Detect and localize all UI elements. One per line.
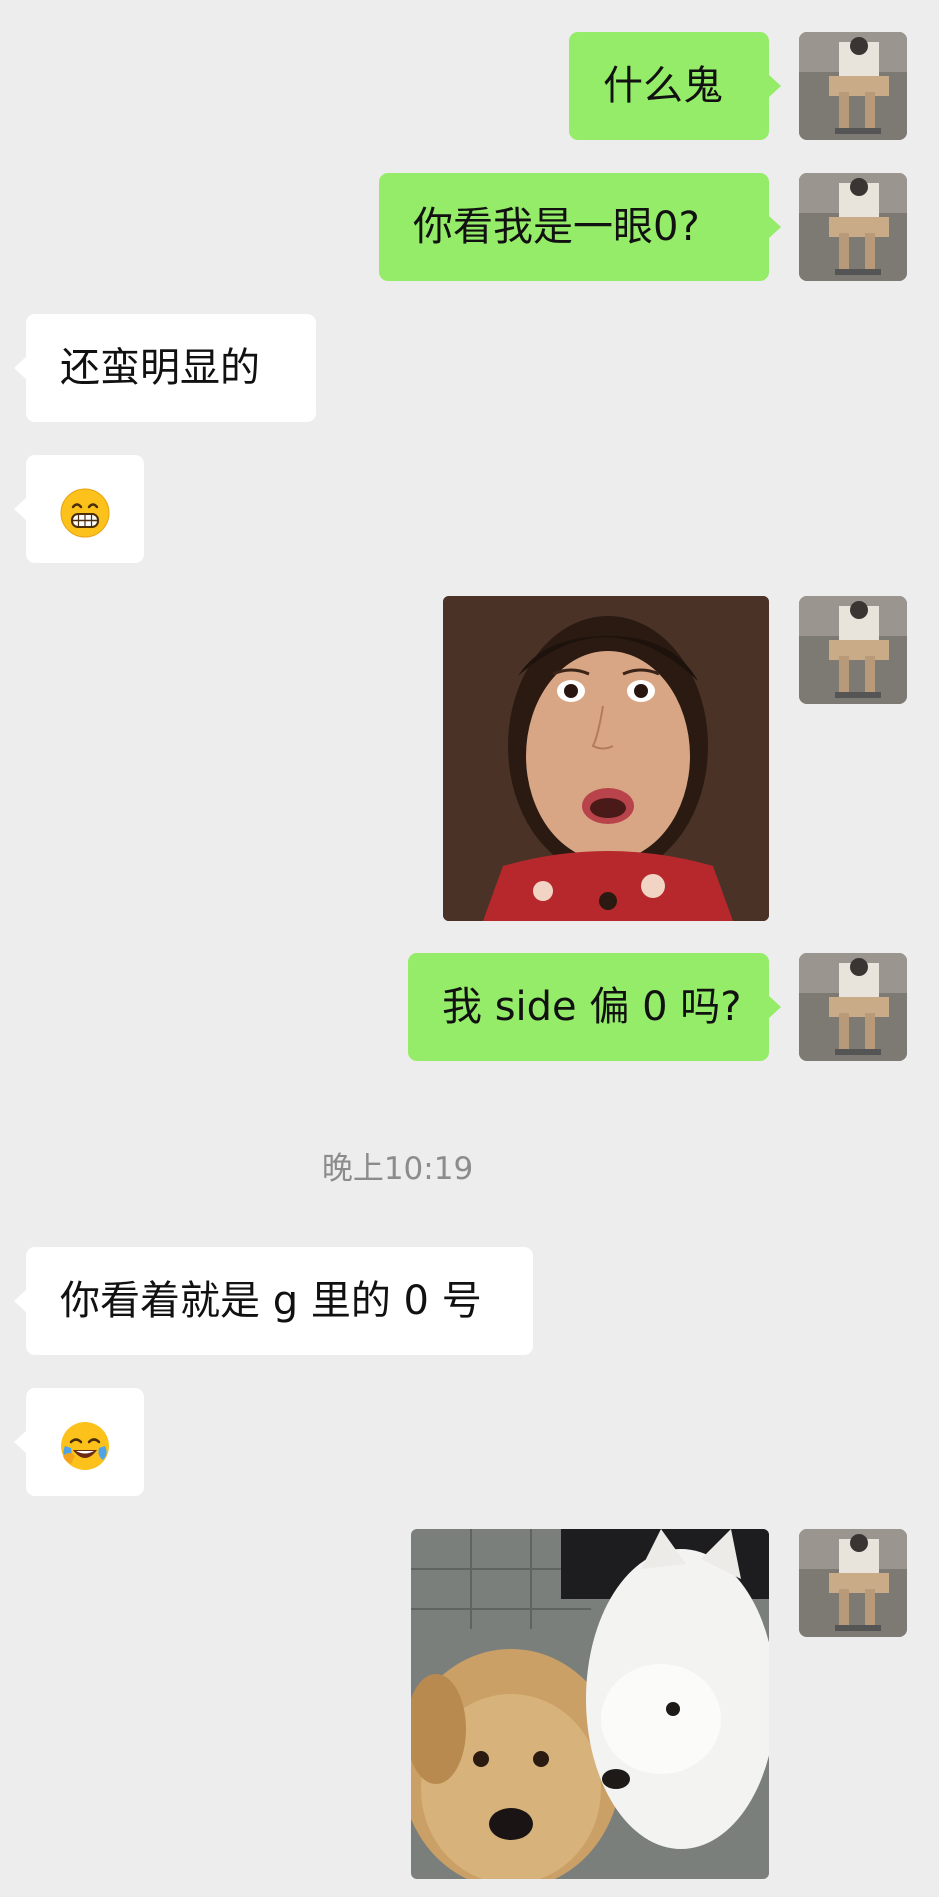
self-avatar[interactable]	[799, 32, 907, 140]
message-text: 你看着就是 g 里的 0 号	[60, 1278, 482, 1324]
incoming-emoji-bubble[interactable]	[14, 1388, 144, 1496]
message-text: 我 side 偏 0 吗?	[442, 984, 742, 1030]
message-text: 你看我是一眼0?	[413, 204, 700, 250]
avatar-photo-icon	[799, 596, 907, 704]
self-avatar[interactable]	[799, 596, 907, 704]
grinning-face-with-teeth-icon	[60, 488, 110, 538]
outgoing-message-bubble[interactable]: 什么鬼	[569, 32, 781, 140]
shocked-woman-sticker-icon	[443, 596, 769, 921]
avatar-photo-icon	[799, 1529, 907, 1637]
avatar-photo-icon	[799, 953, 907, 1061]
incoming-emoji-bubble[interactable]	[14, 455, 144, 563]
incoming-message-bubble[interactable]: 你看着就是 g 里的 0 号	[14, 1247, 533, 1355]
outgoing-message-bubble[interactable]: 我 side 偏 0 吗?	[408, 953, 781, 1061]
shocked-woman-sticker-image[interactable]	[443, 596, 769, 921]
self-avatar[interactable]	[799, 953, 907, 1061]
message-text: 还蛮明显的	[60, 345, 260, 391]
message-timestamp: 晚上10:19	[321, 1151, 474, 1187]
self-avatar[interactable]	[799, 1529, 907, 1637]
face-with-tears-of-joy-icon	[61, 1422, 109, 1470]
incoming-message-bubble[interactable]: 还蛮明显的	[14, 314, 316, 422]
two-dogs-sticker-image[interactable]	[411, 1529, 769, 1879]
two-dogs-sticker-icon	[411, 1529, 769, 1879]
message-text: 什么鬼	[603, 63, 723, 109]
self-avatar[interactable]	[799, 173, 907, 281]
avatar-photo-icon	[799, 173, 907, 281]
avatar-photo-icon	[799, 32, 907, 140]
outgoing-message-bubble[interactable]: 你看我是一眼0?	[379, 173, 781, 281]
